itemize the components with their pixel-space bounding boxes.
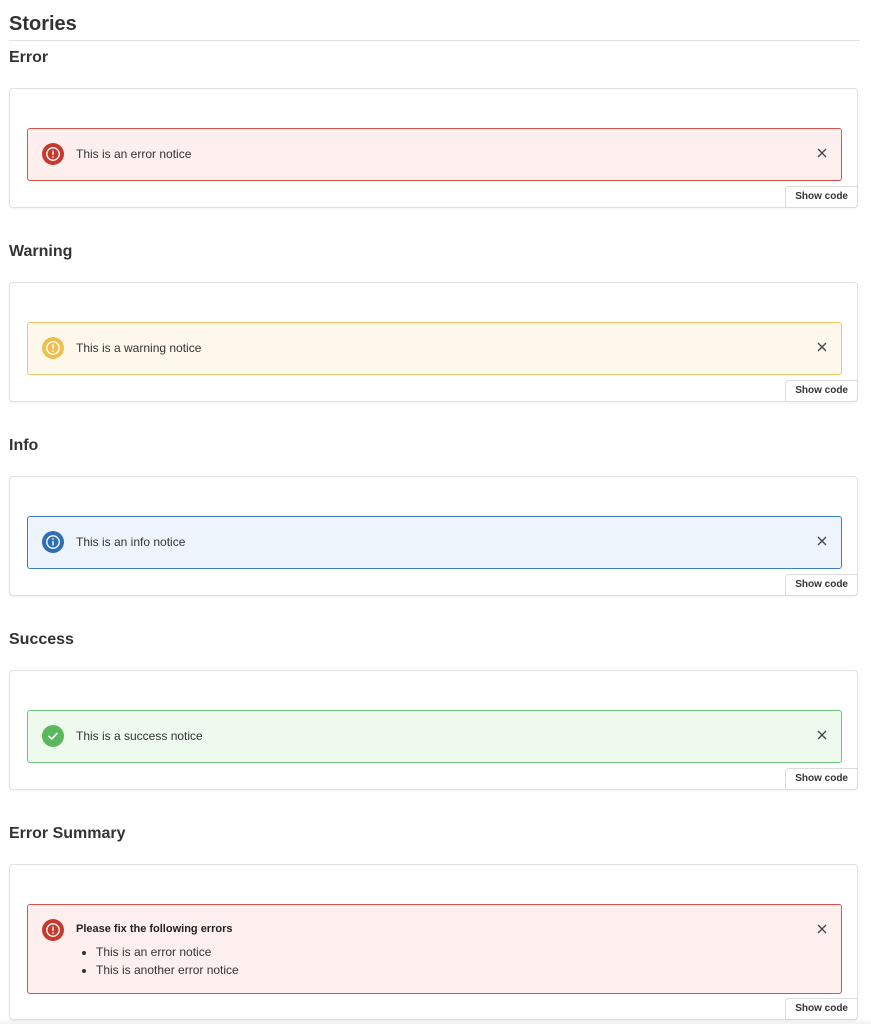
story-preview-info: This is an info notice Show code (9, 476, 858, 596)
notice-message: This is an error notice (76, 147, 192, 161)
page-title: Stories (9, 13, 77, 35)
exclamation-circle-icon (42, 337, 64, 359)
notice-message: This is a success notice (76, 729, 203, 743)
error-summary-list: This is an error notice This is another … (76, 943, 239, 979)
story-heading-success: Success (9, 631, 74, 648)
stories-page: Stories Error This is an error notice Sh… (0, 0, 871, 1024)
story-preview-warning: This is a warning notice Show code (9, 282, 858, 402)
close-icon[interactable] (815, 534, 829, 548)
title-divider (9, 40, 860, 41)
close-icon[interactable] (815, 922, 829, 936)
close-icon[interactable] (815, 146, 829, 160)
list-item: This is another error notice (96, 961, 239, 979)
story-preview-error: This is an error notice Show code (9, 88, 858, 208)
warning-notice: This is a warning notice (27, 322, 842, 375)
exclamation-circle-icon (42, 919, 64, 941)
show-code-button[interactable]: Show code (785, 768, 858, 790)
error-summary-notice: Please fix the following errors This is … (27, 904, 842, 994)
story-preview-success: This is a success notice Show code (9, 670, 858, 790)
story-heading-error-summary: Error Summary (9, 825, 126, 842)
exclamation-circle-icon (42, 143, 64, 165)
show-code-button[interactable]: Show code (785, 380, 858, 402)
notice-message: This is a warning notice (76, 341, 202, 355)
bottom-shadow (0, 1018, 871, 1024)
error-notice: This is an error notice (27, 128, 842, 181)
error-summary-title: Please fix the following errors (76, 923, 233, 935)
story-preview-error-summary: Please fix the following errors This is … (9, 864, 858, 1020)
info-circle-icon (42, 531, 64, 553)
checkmark-circle-icon (42, 725, 64, 747)
show-code-button[interactable]: Show code (785, 998, 858, 1020)
story-heading-error: Error (9, 49, 49, 66)
info-notice: This is an info notice (27, 516, 842, 569)
list-item: This is an error notice (96, 943, 239, 961)
story-heading-warning: Warning (9, 243, 73, 260)
show-code-button[interactable]: Show code (785, 186, 858, 208)
success-notice: This is a success notice (27, 710, 842, 763)
close-icon[interactable] (815, 728, 829, 742)
show-code-button[interactable]: Show code (785, 574, 858, 596)
story-heading-info: Info (9, 437, 39, 454)
close-icon[interactable] (815, 340, 829, 354)
notice-message: This is an info notice (76, 535, 186, 549)
